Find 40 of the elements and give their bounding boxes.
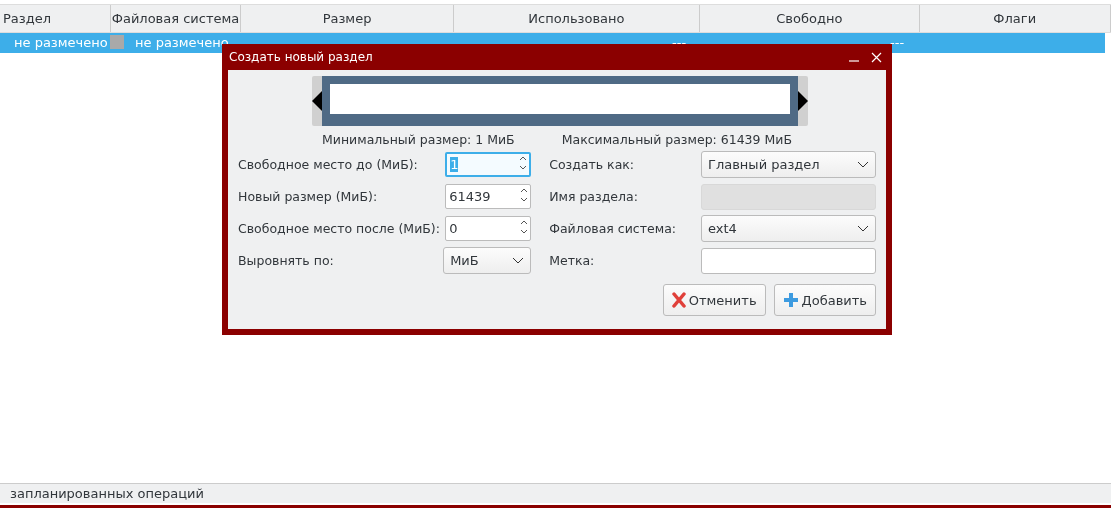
column-header[interactable]: Файловая система xyxy=(110,5,242,32)
dropdown[interactable]: Главный раздел xyxy=(701,151,876,178)
close-icon[interactable] xyxy=(871,51,882,63)
chevron-down-icon xyxy=(512,256,525,265)
add-button[interactable]: Добавить xyxy=(773,284,876,316)
max-size-label: Максимальный размер: 61439 МиБ xyxy=(561,132,792,147)
spin-arrows-icon[interactable] xyxy=(520,218,529,236)
chevron-down-icon xyxy=(857,224,869,233)
plus-icon xyxy=(782,292,799,308)
input-field[interactable] xyxy=(701,247,876,274)
column-header[interactable]: Флаги xyxy=(919,5,1111,32)
field-label: Имя раздела: xyxy=(549,189,638,204)
spin-arrows-icon[interactable] xyxy=(520,186,529,204)
field-label: Свободное место после (МиБ): xyxy=(238,221,440,236)
spin-field[interactable]: 61439 xyxy=(445,184,532,209)
partition-size-drawing[interactable] xyxy=(312,76,808,126)
dropdown[interactable]: ext4 xyxy=(701,215,876,242)
table-cell: --- xyxy=(890,35,905,50)
status-text: запланированных операций xyxy=(10,486,204,501)
spin-arrows-icon[interactable] xyxy=(519,154,528,172)
field-label: Новый размер (МиБ): xyxy=(238,189,378,204)
min-size-label: Минимальный размер: 1 МиБ xyxy=(322,132,515,147)
chevron-down-icon xyxy=(857,160,869,169)
column-header[interactable]: Размер xyxy=(241,5,454,32)
field-label: Метка: xyxy=(549,253,595,268)
cross-icon xyxy=(671,292,686,308)
field-label: Выровнять по: xyxy=(238,253,334,268)
field-label: Свободное место до (МиБ): xyxy=(238,157,418,172)
field-label: Создать как: xyxy=(549,157,635,172)
table-cell: не размечено xyxy=(14,35,108,50)
spin-field[interactable]: 0 xyxy=(445,216,532,241)
table-cell: не размечено xyxy=(135,35,229,50)
cancel-button[interactable]: Отменить xyxy=(662,284,766,316)
column-header[interactable]: Свободно xyxy=(700,5,920,32)
dropdown[interactable]: МиБ xyxy=(443,247,532,274)
field-label: Файловая система: xyxy=(549,221,676,236)
column-header[interactable]: Раздел xyxy=(0,5,111,32)
table-cell: --- xyxy=(672,35,687,50)
column-header[interactable]: Использовано xyxy=(453,5,701,32)
window-title: Создать новый раздел xyxy=(229,50,373,64)
